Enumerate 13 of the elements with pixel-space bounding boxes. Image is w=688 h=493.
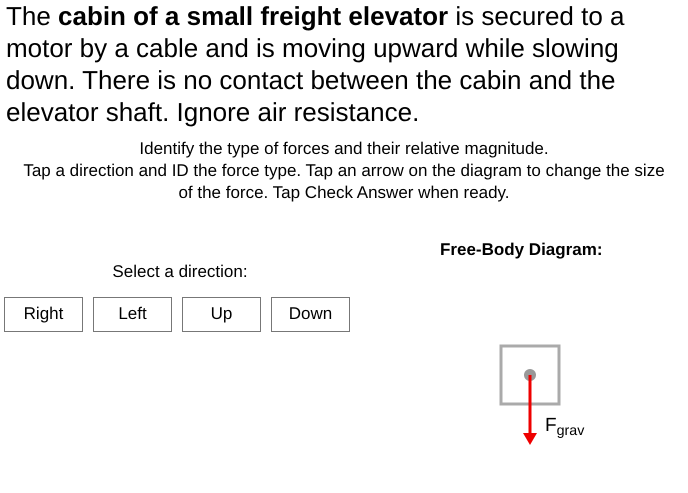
force-label: F$_{grav}$ xyxy=(545,414,584,440)
force-arrow[interactable] xyxy=(523,375,537,445)
diagram-title: Free-Body Diagram: xyxy=(440,239,602,261)
body-dot xyxy=(524,369,536,381)
instruction-text: Tap a direction and ID the force type. Tap an arrow on the diagram to change the size of the force. Tap Check Answer when ready. xyxy=(22,160,666,204)
instruction-text: Identify the type of forces and their relative magnitude. xyxy=(139,138,549,160)
problem-text: The cabin of a small freight elevator is secured to a motor by a cable and is moving upward while slowing down. There is no contact between the cabin and the elevator shaft. Ignore air resistance. xyxy=(5,0,626,128)
direction-button[interactable]: Up xyxy=(182,296,261,332)
direction-button[interactable]: Down xyxy=(271,296,350,332)
direction-label: Select a direction: xyxy=(112,261,248,283)
direction-button[interactable]: Left xyxy=(93,296,172,332)
direction-button[interactable]: Right xyxy=(4,296,83,332)
body-square xyxy=(500,344,560,406)
